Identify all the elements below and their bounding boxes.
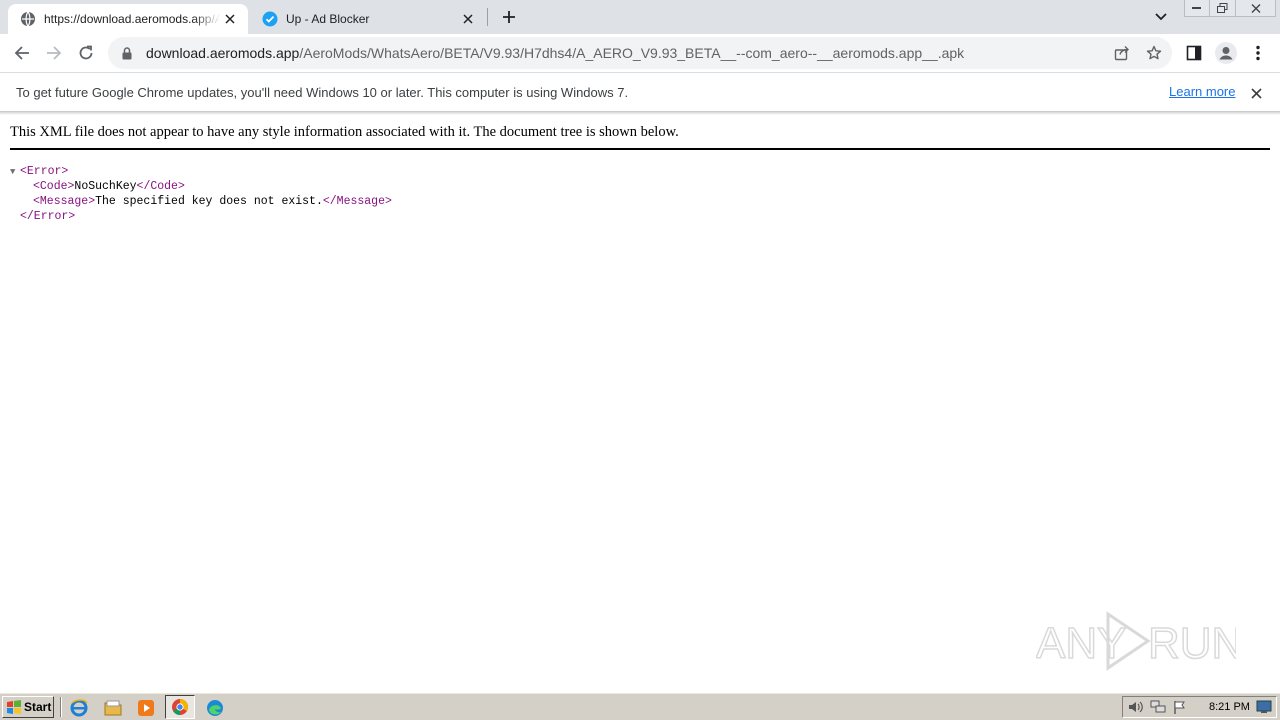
- reload-icon[interactable]: [72, 39, 100, 67]
- tab-separator: [487, 8, 488, 26]
- window-close-icon[interactable]: [1236, 0, 1276, 17]
- xml-tag: </Error>: [20, 210, 76, 223]
- infobar-close-icon[interactable]: [1247, 84, 1265, 102]
- start-button[interactable]: Start: [2, 696, 54, 718]
- anyrun-watermark: ANY RUN: [1035, 606, 1244, 676]
- url-text: download.aeromods.app/AeroMods/WhatsAero…: [146, 45, 964, 61]
- restore-icon[interactable]: [1210, 0, 1236, 17]
- learn-more-link[interactable]: Learn more: [1169, 84, 1235, 99]
- xml-tag: </Code>: [136, 180, 185, 193]
- action-center-flag-icon[interactable]: [1171, 699, 1189, 715]
- xml-line-error-open: ▼ <Error>: [10, 164, 392, 179]
- menu-kebab-icon[interactable]: [1244, 39, 1272, 67]
- lock-icon[interactable]: [120, 46, 134, 60]
- xml-tag: <Error>: [20, 165, 69, 178]
- share-icon[interactable]: [1110, 41, 1134, 65]
- xml-tree: ▼ <Error> <Code>NoSuchKey</Code> <Message…: [10, 164, 392, 224]
- profile-avatar-icon[interactable]: [1212, 39, 1240, 67]
- tab-download-aeromods[interactable]: https://download.aeromods.app/AeroMods/W…: [8, 4, 248, 34]
- edge-taskbar-icon[interactable]: [204, 697, 226, 719]
- back-arrow-icon[interactable]: [8, 39, 36, 67]
- side-panel-icon[interactable]: [1180, 39, 1208, 67]
- xml-line-message: <Message>The specified key does not exis…: [10, 194, 392, 209]
- volume-icon[interactable]: [1127, 699, 1145, 715]
- url-path: /AeroMods/WhatsAero/BETA/V9.93/H7dhs4/A_…: [299, 45, 965, 61]
- forward-arrow-icon[interactable]: [40, 39, 68, 67]
- bookmark-star-icon[interactable]: [1142, 41, 1166, 65]
- taskbar-clock[interactable]: 8:21 PM: [1209, 701, 1250, 713]
- xml-tag: </Message>: [322, 195, 392, 208]
- windows-logo-icon: [7, 700, 21, 714]
- xml-code-value: NoSuchKey: [74, 180, 137, 193]
- infobar-shadow: [0, 112, 1280, 115]
- tab-title: https://download.aeromods.app/AeroMods/W…: [44, 12, 220, 26]
- minimize-icon[interactable]: [1184, 0, 1210, 17]
- tab-ad-blocker[interactable]: Up - Ad Blocker: [250, 4, 486, 34]
- xml-line-code: <Code>NoSuchKey</Code>: [10, 179, 392, 194]
- new-tab-button[interactable]: [498, 6, 520, 28]
- internet-explorer-icon[interactable]: [68, 697, 90, 719]
- check-badge-icon: [262, 11, 278, 27]
- xml-message-value: The specified key does not exist.: [95, 195, 323, 208]
- url-host: download.aeromods.app: [146, 45, 300, 61]
- collapse-triangle-icon[interactable]: ▼: [10, 165, 20, 180]
- tab-strip: https://download.aeromods.app/AeroMods/W…: [0, 0, 1280, 34]
- browser-toolbar: download.aeromods.app/AeroMods/WhatsAero…: [0, 34, 1280, 72]
- watermark-text-right: RUN: [1148, 619, 1236, 668]
- infobar-message: To get future Google Chrome updates, you…: [16, 84, 629, 100]
- xml-style-notice: This XML file does not appear to have an…: [10, 124, 1270, 150]
- media-player-icon[interactable]: [135, 697, 157, 719]
- system-tray: 8:21 PM: [1122, 696, 1277, 718]
- start-label: Start: [24, 700, 52, 714]
- address-bar[interactable]: download.aeromods.app/AeroMods/WhatsAero…: [108, 37, 1172, 69]
- window-controls: [1184, 0, 1276, 18]
- network-icon[interactable]: [1149, 699, 1167, 715]
- watermark-text-left: ANY: [1036, 619, 1126, 668]
- chrome-taskbar-icon[interactable]: [165, 695, 195, 719]
- xml-tag: <Code>: [33, 180, 75, 193]
- tab-title: Up - Ad Blocker: [286, 12, 370, 26]
- xml-line-error-close: </Error>: [10, 209, 392, 224]
- taskbar-separator: [60, 697, 62, 717]
- xml-tag: <Message>: [33, 195, 96, 208]
- tab-close-icon[interactable]: [220, 9, 240, 29]
- update-infobar: To get future Google Chrome updates, you…: [0, 72, 1280, 112]
- globe-icon: [20, 11, 36, 27]
- windows-taskbar: Start 8:21 PM: [0, 692, 1280, 720]
- file-explorer-icon[interactable]: [102, 697, 124, 719]
- show-desktop-icon[interactable]: [1256, 699, 1272, 715]
- tab-close-icon[interactable]: [458, 9, 478, 29]
- tab-search-chevron-icon[interactable]: [1151, 7, 1171, 27]
